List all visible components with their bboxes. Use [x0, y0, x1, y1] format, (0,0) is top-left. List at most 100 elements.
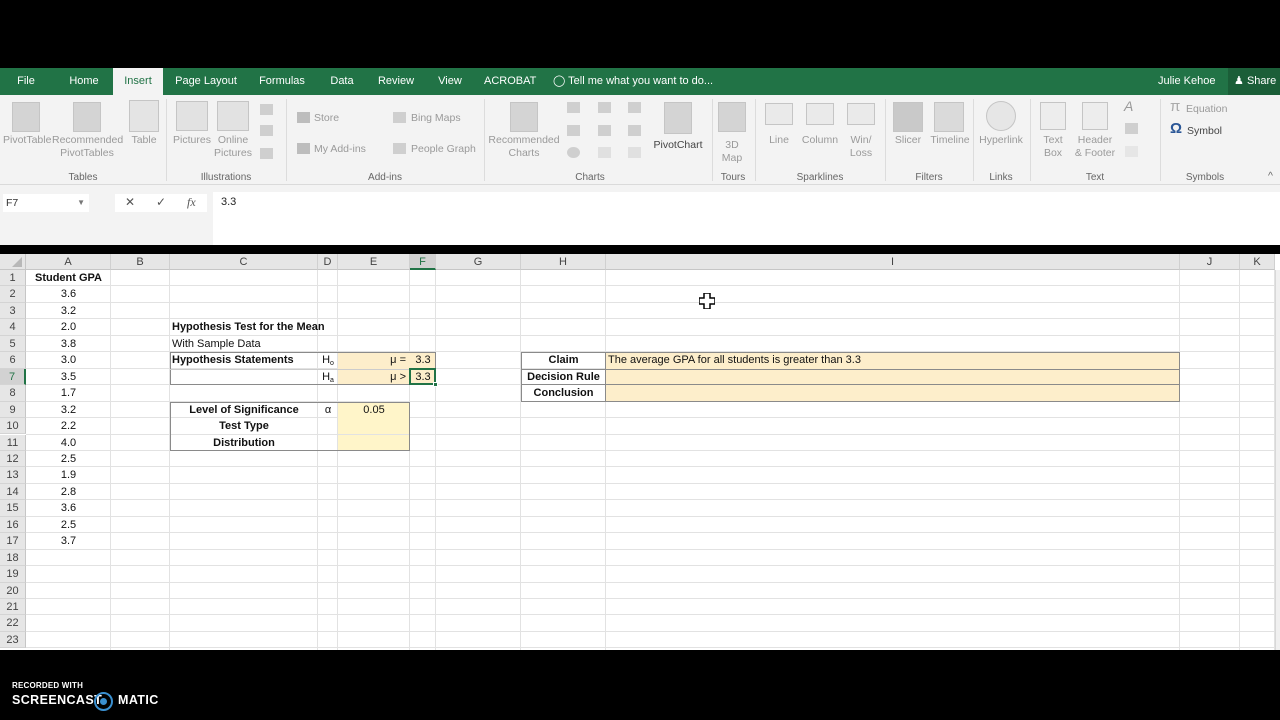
my-addins-button[interactable]: My Add-ins [314, 143, 366, 156]
row-header-20[interactable]: 20 [0, 582, 26, 599]
tab-review[interactable]: Review [374, 68, 418, 95]
column-chart-icon[interactable] [567, 102, 580, 113]
radar-chart-icon[interactable] [628, 147, 641, 158]
ha-operator-cell[interactable]: μ > [338, 368, 410, 386]
column-header-a[interactable]: A [26, 254, 111, 270]
column-header-h[interactable]: H [521, 254, 606, 270]
tab-file[interactable]: File [8, 68, 44, 95]
test-type-cell[interactable] [338, 418, 410, 435]
claim-value-cell[interactable]: The average GPA for all students is grea… [606, 352, 1180, 369]
row-header-1[interactable]: 1 [0, 270, 26, 287]
decision-rule-cell[interactable] [606, 368, 1180, 386]
table-button[interactable]: Table [128, 134, 160, 147]
insert-function-icon[interactable]: fx [187, 195, 196, 210]
decision-rule-label[interactable]: Decision Rule [521, 369, 606, 385]
significance-label[interactable]: Level of Significance [170, 402, 318, 418]
gpa-value-cell[interactable]: 3.6 [26, 500, 111, 516]
statistic-chart-icon[interactable] [598, 125, 611, 136]
row-header-18[interactable]: 18 [0, 549, 26, 567]
column-header-f[interactable]: F [410, 254, 436, 270]
row-header-6[interactable]: 6 [0, 352, 26, 369]
tell-me-box[interactable]: ◯ Tell me what you want to do... [553, 68, 713, 95]
row-header-16[interactable]: 16 [0, 516, 26, 534]
gpa-value-cell[interactable]: 3.2 [26, 303, 111, 319]
recommended-charts-button[interactable]: Recommended Charts [488, 134, 560, 160]
formula-input[interactable]: 3.3 [213, 192, 1280, 245]
subtitle-cell[interactable]: With Sample Data [170, 336, 338, 352]
column-header-k[interactable]: K [1240, 254, 1275, 270]
h0-value-cell[interactable]: 3.3 [410, 352, 436, 369]
text-box-button[interactable]: Text Box [1036, 134, 1070, 160]
ha-label[interactable]: Ha [318, 369, 338, 385]
distribution-cell[interactable] [338, 434, 410, 451]
combo-chart-icon[interactable] [628, 125, 641, 136]
row-header-8[interactable]: 8 [0, 385, 26, 402]
row-header-7[interactable]: 7 [0, 368, 26, 386]
tab-insert[interactable]: Insert [113, 68, 163, 95]
row-header-3[interactable]: 3 [0, 302, 26, 320]
enter-icon[interactable]: ✓ [156, 195, 166, 209]
row-header-9[interactable]: 9 [0, 401, 26, 419]
share-button[interactable]: ♟ Share [1228, 68, 1280, 95]
h0-label[interactable]: Ho [318, 352, 338, 368]
h0-operator-cell[interactable]: μ = [338, 352, 410, 369]
gpa-value-cell[interactable]: 3.8 [26, 336, 111, 352]
distribution-label[interactable]: Distribution [170, 435, 318, 451]
scatter-chart-icon[interactable] [598, 147, 611, 158]
row-header-22[interactable]: 22 [0, 615, 26, 632]
pivotchart-button[interactable]: PivotChart [650, 139, 706, 152]
column-header-j[interactable]: J [1180, 254, 1240, 270]
select-all-button[interactable] [0, 254, 26, 270]
row-header-13[interactable]: 13 [0, 467, 26, 484]
gpa-value-cell[interactable]: 2.2 [26, 418, 111, 434]
column-header-c[interactable]: C [170, 254, 318, 270]
column-header-g[interactable]: G [436, 254, 521, 270]
bing-maps-button[interactable]: Bing Maps [411, 112, 461, 125]
header-footer-button[interactable]: Header & Footer [1072, 134, 1118, 160]
collapse-ribbon-icon[interactable]: ^ [1268, 170, 1273, 183]
pictures-button[interactable]: Pictures [172, 134, 212, 147]
active-cell-selection[interactable] [409, 367, 436, 386]
sparkline-line-button[interactable]: Line [764, 134, 794, 147]
hierarchy-chart-icon[interactable] [598, 102, 611, 113]
gpa-value-cell[interactable]: 2.5 [26, 517, 111, 533]
title-cell[interactable]: Hypothesis Test for the Mean [170, 319, 338, 335]
alpha-value-cell[interactable]: 0.05 [338, 401, 410, 419]
column-header-e[interactable]: E [338, 254, 410, 270]
wordart-icon[interactable]: A [1124, 99, 1133, 113]
column-header-b[interactable]: B [111, 254, 170, 270]
gpa-value-cell[interactable]: 1.7 [26, 385, 111, 401]
sparkline-winloss-button[interactable]: Win/Loss [845, 134, 877, 160]
tab-data[interactable]: Data [325, 68, 359, 95]
row-header-11[interactable]: 11 [0, 434, 26, 451]
user-name[interactable]: Julie Kehoe [1158, 68, 1216, 95]
gpa-value-cell[interactable]: 3.7 [26, 533, 111, 549]
line-chart-icon[interactable] [567, 125, 580, 136]
cancel-icon[interactable]: ✕ [125, 195, 135, 209]
column-header-d[interactable]: D [318, 254, 338, 270]
pie-chart-icon[interactable] [567, 147, 580, 158]
waterfall-chart-icon[interactable] [628, 102, 641, 113]
gpa-value-cell[interactable]: 4.0 [26, 435, 111, 451]
online-pictures-button[interactable]: Online Pictures [212, 134, 254, 160]
gpa-value-cell[interactable]: 2.5 [26, 451, 111, 467]
row-header-10[interactable]: 10 [0, 418, 26, 435]
equation-button[interactable]: Equation [1186, 103, 1227, 116]
screenshot-icon[interactable] [260, 148, 273, 159]
row-header-4[interactable]: 4 [0, 319, 26, 336]
conclusion-label[interactable]: Conclusion [521, 385, 606, 401]
claim-label[interactable]: Claim [521, 352, 606, 368]
symbol-button[interactable]: Symbol [1187, 125, 1222, 138]
tab-home[interactable]: Home [62, 68, 106, 95]
row-header-23[interactable]: 23 [0, 631, 26, 649]
pivottable-button[interactable]: PivotTable [3, 134, 51, 147]
hypothesis-statements-label[interactable]: Hypothesis Statements [170, 352, 318, 368]
alpha-symbol[interactable]: α [318, 402, 338, 418]
gpa-value-cell[interactable]: 3.5 [26, 369, 111, 385]
store-button[interactable]: Store [314, 112, 339, 125]
row-header-5[interactable]: 5 [0, 335, 26, 353]
column-header-i[interactable]: I [606, 254, 1180, 270]
signature-line-icon[interactable] [1125, 123, 1138, 134]
3d-map-button[interactable]: 3D Map [714, 139, 750, 165]
row-header-15[interactable]: 15 [0, 500, 26, 517]
